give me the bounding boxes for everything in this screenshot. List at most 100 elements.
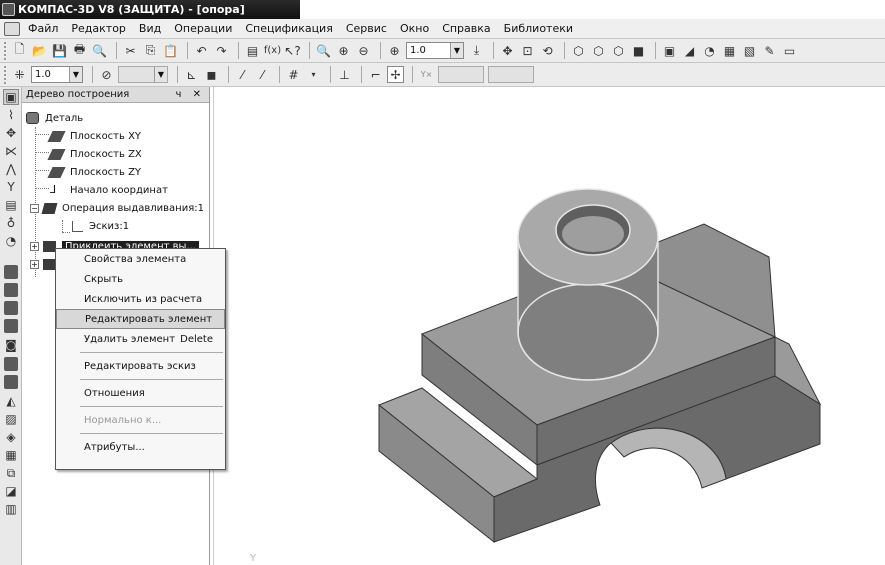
dimension-icon[interactable]: ⋀ <box>3 161 19 177</box>
open-folder-icon[interactable]: 📂 <box>31 42 48 59</box>
scale-combo[interactable]: 1.0 ▼ <box>31 66 83 83</box>
chevron-down-icon[interactable]: ▼ <box>69 67 82 82</box>
function-icon[interactable]: f(x) <box>264 42 281 59</box>
redo-icon[interactable]: ↷ <box>213 42 230 59</box>
menu-specification[interactable]: Спецификация <box>245 22 332 35</box>
grid-snap-icon[interactable]: ⁜ <box>11 66 28 83</box>
menu-item-hide[interactable]: Скрыть <box>56 269 225 289</box>
measure-tool-icon[interactable]: ⋉ <box>3 143 19 159</box>
x-coordinate-field[interactable] <box>438 66 484 83</box>
new-document-icon[interactable]: 🗋 <box>11 42 28 59</box>
tools-icon[interactable]: ✎ <box>761 42 778 59</box>
y-coordinate-field[interactable] <box>488 66 534 83</box>
perspective-icon[interactable]: ◢ <box>681 42 698 59</box>
part-model[interactable]: Y <box>214 87 885 565</box>
zoom-scale-icon[interactable]: ⊕ <box>386 42 403 59</box>
style-icon[interactable]: ⊘ <box>98 66 115 83</box>
filter-icon[interactable]: Y <box>3 179 19 195</box>
hole-icon[interactable]: ▨ <box>3 411 19 427</box>
window-icon[interactable]: ▭ <box>781 42 798 59</box>
menu-item-edit-element[interactable]: Редактировать элемент <box>56 309 225 329</box>
kompas-app-icon[interactable] <box>2 3 15 16</box>
sketch-plane-icon[interactable]: ⊾ <box>183 66 200 83</box>
snap-icon[interactable]: ⁄ <box>234 66 251 83</box>
library-icon[interactable]: ▧ <box>741 42 758 59</box>
show-all-icon[interactable]: ⊡ <box>519 42 536 59</box>
shell-icon[interactable] <box>4 375 18 389</box>
expand-icon[interactable]: + <box>30 259 39 269</box>
toolbar-grip[interactable] <box>4 65 7 84</box>
kinematic-icon[interactable] <box>4 301 18 315</box>
xy-coords-icon[interactable]: Y× <box>418 66 435 83</box>
section-op-icon[interactable]: ◪ <box>3 483 19 499</box>
shaded-icon[interactable]: ■ <box>630 42 647 59</box>
print-preview-icon[interactable]: 🔍 <box>91 42 108 59</box>
chamfer-icon[interactable] <box>4 357 18 371</box>
hidden-lines-thin-icon[interactable]: ⬡ <box>610 42 627 59</box>
menu-view[interactable]: Вид <box>139 22 161 35</box>
menu-service[interactable]: Сервис <box>346 22 387 35</box>
menu-operations[interactable]: Операции <box>174 22 232 35</box>
wireframe-icon[interactable]: ⬡ <box>570 42 587 59</box>
cursor-coords-icon[interactable]: ✢ <box>387 66 404 83</box>
menu-item-edit-sketch[interactable]: Редактировать эскиз <box>56 356 225 376</box>
menu-editor[interactable]: Редактор <box>71 22 126 35</box>
collapse-icon[interactable]: − <box>30 203 39 213</box>
solid-icon[interactable]: ◼ <box>203 66 220 83</box>
menu-item-delete[interactable]: Удалить элемент Delete <box>56 329 225 349</box>
loft-icon[interactable] <box>4 319 18 333</box>
ortho-icon[interactable]: ⌐ <box>367 66 384 83</box>
assembly-icon[interactable]: ▥ <box>3 501 19 517</box>
menu-window[interactable]: Окно <box>400 22 429 35</box>
zoom-window-icon[interactable]: 🔍 <box>315 42 332 59</box>
fillet-icon[interactable]: ◙ <box>3 337 19 353</box>
grid-dropdown-icon[interactable]: ▾ <box>305 66 322 83</box>
toolbar-grip[interactable] <box>4 41 7 60</box>
menu-item-relations[interactable]: Отношения <box>56 383 225 403</box>
copy-icon[interactable]: ⎘ <box>142 42 159 59</box>
menu-item-properties[interactable]: Свойства элемента <box>56 249 225 269</box>
grid-icon[interactable]: # <box>285 66 302 83</box>
shaded-edges-icon[interactable]: ▣ <box>661 42 678 59</box>
pan-icon[interactable]: ✥ <box>499 42 516 59</box>
tree-root[interactable]: Деталь <box>26 109 83 127</box>
orientation-icon[interactable]: ⤓ <box>468 42 485 59</box>
constraint-icon[interactable]: ♁ <box>3 215 19 231</box>
properties-icon[interactable]: ▤ <box>244 42 261 59</box>
array-icon[interactable]: ▦ <box>3 447 19 463</box>
style-combo[interactable]: ▼ <box>118 66 168 83</box>
spec-icon[interactable]: ▤ <box>3 197 19 213</box>
rotate-op-icon[interactable] <box>4 283 18 297</box>
measure-icon[interactable]: ▦ <box>721 42 738 59</box>
document-icon[interactable] <box>4 21 20 36</box>
mirror-icon[interactable]: ⧉ <box>3 465 19 481</box>
curves-icon[interactable]: ⌇ <box>3 107 19 123</box>
zoom-combo[interactable]: 1.0 ▼ <box>406 42 464 59</box>
menu-libraries[interactable]: Библиотеки <box>504 22 573 35</box>
menu-item-exclude[interactable]: Исключить из расчета <box>56 289 225 309</box>
help-pointer-icon[interactable]: ↖? <box>284 42 301 59</box>
zoom-out-icon[interactable]: ⊖ <box>355 42 372 59</box>
print-icon[interactable]: 🖶 <box>71 42 88 59</box>
chevron-down-icon[interactable]: ▼ <box>450 43 463 58</box>
local-cs-icon[interactable]: ⊥ <box>336 66 353 83</box>
3d-viewport[interactable]: Y <box>213 87 885 565</box>
edit-icon[interactable]: ✥ <box>3 125 19 141</box>
save-icon[interactable]: 💾 <box>51 42 68 59</box>
menu-help[interactable]: Справка <box>442 22 490 35</box>
slope-icon[interactable]: ◈ <box>3 429 19 445</box>
hidden-lines-icon[interactable]: ⬡ <box>590 42 607 59</box>
paste-icon[interactable]: 📋 <box>162 42 179 59</box>
panel-controls[interactable]: ч ✕ <box>176 89 205 100</box>
tree-item-plane-zy[interactable]: Плоскость ZY <box>47 163 141 181</box>
undo-icon[interactable]: ↶ <box>193 42 210 59</box>
zoom-in-icon[interactable]: ⊕ <box>335 42 352 59</box>
select-tool-icon[interactable]: ▣ <box>3 89 19 105</box>
menu-file[interactable]: Файл <box>28 22 58 35</box>
tree-item-plane-xy[interactable]: Плоскость XY <box>47 127 141 145</box>
expand-icon[interactable]: + <box>30 241 39 251</box>
menu-item-attributes[interactable]: Атрибуты... <box>56 437 225 457</box>
extrude-icon[interactable] <box>4 265 18 279</box>
rotate-icon[interactable]: ⟲ <box>539 42 556 59</box>
chevron-down-icon[interactable]: ▼ <box>154 67 167 82</box>
